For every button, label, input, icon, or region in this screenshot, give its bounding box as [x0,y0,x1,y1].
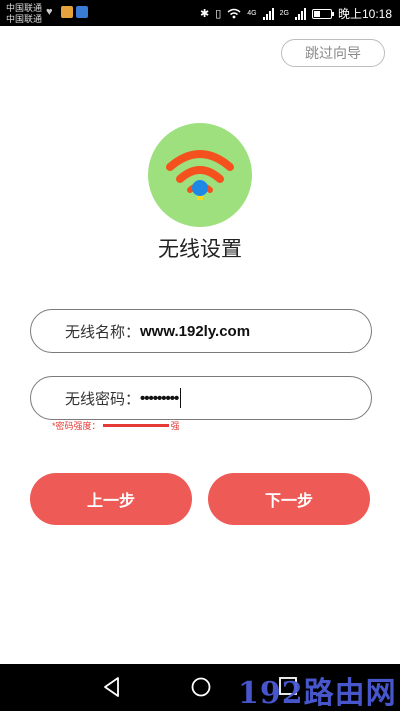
page-title: 无线设置 [158,237,242,261]
strength-label: *密码强度： [52,421,101,431]
carrier-1: 中国联通 [6,3,43,13]
status-right: ✱ ▯ 4G 2G 晚上10:18 [200,5,392,22]
password-label: 无线密码： [65,390,141,408]
battery-icon [311,8,334,19]
password-field[interactable]: 无线密码： ••••••••• [30,376,372,420]
back-icon[interactable] [102,676,122,698]
password-input[interactable]: ••••••••• [140,390,179,407]
signal-icon [262,7,274,20]
strength-bar [102,424,169,427]
clock: 晚上10:18 [337,7,392,21]
vibrate-icon: ▯ [215,8,222,20]
strength-value: 强 [170,421,180,431]
notification-icons: ♥ [46,6,88,18]
signal-icon-2 [294,7,306,20]
next-step-button[interactable]: 下一步 [208,473,370,525]
ssid-field[interactable]: 无线名称： www.192ly.com [30,309,372,353]
skip-wizard-button[interactable]: 跳过向导 [281,39,385,67]
heart-icon: ♥ [46,6,53,18]
bluetooth-icon: ✱ [200,8,210,20]
network-type-2: 2G [279,10,289,17]
network-type-1: 4G [247,10,257,17]
previous-step-button[interactable]: 上一步 [30,473,192,525]
text-cursor [180,388,182,408]
password-strength: *密码强度： 强 [52,419,180,432]
ssid-label: 无线名称： [65,323,141,341]
watermark: 192路由网 [238,676,397,711]
telegram-icon [76,6,88,18]
wifi-hero-icon [148,123,252,227]
weibo-icon [61,6,73,18]
status-bar: 中国联通 中国联通 ♥ ✱ ▯ 4G 2G 晚上10:18 [0,0,400,26]
ssid-input[interactable]: www.192ly.com [140,323,250,340]
carrier-2: 中国联通 [6,14,43,24]
home-icon[interactable] [190,676,212,698]
wifi-icon [227,8,241,19]
